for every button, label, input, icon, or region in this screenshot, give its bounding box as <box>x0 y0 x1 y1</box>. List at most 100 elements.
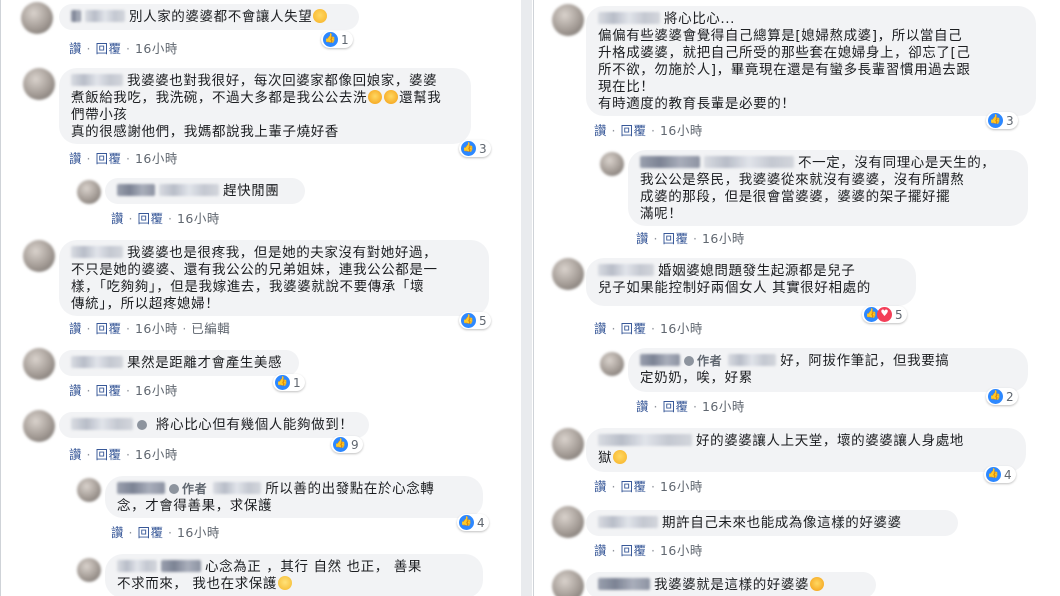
comment-actions: 讚 · 回覆 · 16小時 <box>69 383 178 398</box>
timestamp[interactable]: 16小時 <box>135 41 178 56</box>
like-link[interactable]: 讚 <box>636 399 649 414</box>
avatar[interactable] <box>552 570 584 596</box>
like-link[interactable]: 讚 <box>594 479 607 494</box>
timestamp[interactable]: 16小時 <box>135 383 178 398</box>
redacted-name[interactable] <box>71 246 123 258</box>
reply-link[interactable]: 回覆 <box>95 383 121 398</box>
reply-link[interactable]: 回覆 <box>95 41 121 56</box>
avatar[interactable] <box>77 558 101 582</box>
reply-link[interactable]: 回覆 <box>662 399 688 414</box>
avatar[interactable] <box>23 240 55 272</box>
like-link[interactable]: 讚 <box>594 321 607 336</box>
timestamp[interactable]: 16小時 <box>702 399 745 414</box>
avatar[interactable] <box>600 152 624 176</box>
timestamp[interactable]: 16小時 <box>177 211 220 226</box>
reply-link[interactable]: 回覆 <box>95 151 121 166</box>
like-link[interactable]: 讚 <box>69 41 82 56</box>
redacted-name[interactable] <box>117 560 157 572</box>
redacted-name[interactable] <box>117 482 165 494</box>
reaction-count[interactable]: 👍 2 <box>986 388 1018 405</box>
redacted-name[interactable] <box>85 10 125 22</box>
comment-actions: 讚 · 回覆 · 16小時 <box>69 151 178 166</box>
reply-link[interactable]: 回覆 <box>95 447 121 462</box>
redacted-name[interactable] <box>728 354 777 366</box>
like-link[interactable]: 讚 <box>111 211 124 226</box>
reaction-count[interactable]: 👍 3 <box>459 140 491 157</box>
redacted-name[interactable] <box>159 184 219 196</box>
reply-link[interactable]: 回覆 <box>95 321 121 336</box>
comment-actions: 讚 · 回覆 · 16小時 <box>636 231 745 246</box>
timestamp[interactable]: 16小時 <box>177 525 220 540</box>
comment-bubble: 婚姻婆媳問題發生起源都是兒子 兒子如果能控制好兩個女人 其實很好相處的 <box>586 258 916 306</box>
timestamp[interactable]: 16小時 <box>660 123 703 138</box>
reaction-count[interactable]: 👍 1 <box>321 31 353 48</box>
reaction-count[interactable]: 👍 1 <box>273 374 305 391</box>
reaction-count[interactable]: 👍 9 <box>331 436 363 453</box>
timestamp[interactable]: 16小時 <box>660 543 703 558</box>
redacted-name[interactable] <box>71 356 123 368</box>
like-link[interactable]: 讚 <box>69 151 82 166</box>
redacted-name[interactable] <box>640 354 680 366</box>
avatar[interactable] <box>600 352 624 376</box>
redacted-name[interactable] <box>598 12 660 24</box>
reaction-count[interactable]: 👍 5 <box>459 312 491 329</box>
reply-link[interactable]: 回覆 <box>620 479 646 494</box>
timestamp[interactable]: 16小時 <box>135 151 178 166</box>
redacted-name[interactable] <box>71 74 123 86</box>
timestamp[interactable]: 16小時 <box>135 321 178 336</box>
like-link[interactable]: 讚 <box>636 231 649 246</box>
reply-link[interactable]: 回覆 <box>137 525 163 540</box>
thumbs-up-icon: 👍 <box>461 313 476 328</box>
avatar[interactable] <box>23 410 55 442</box>
comment-bubble: 趕快閒團 <box>105 178 305 204</box>
redacted-name[interactable] <box>704 156 794 168</box>
redacted-name[interactable] <box>598 516 658 528</box>
avatar[interactable] <box>77 180 101 204</box>
reply-link[interactable]: 回覆 <box>662 231 688 246</box>
avatar[interactable] <box>552 4 584 36</box>
reaction-count[interactable]: 👍 ♥ 5 <box>862 306 907 323</box>
reaction-count[interactable]: 👍 3 <box>986 112 1018 129</box>
avatar[interactable] <box>23 68 55 100</box>
timestamp[interactable]: 16小時 <box>702 231 745 246</box>
reply-link[interactable]: 回覆 <box>620 123 646 138</box>
reaction-count[interactable]: 👍 4 <box>457 514 489 531</box>
comment-actions: 讚 · 回覆 · 16小時 <box>594 479 703 494</box>
avatar[interactable] <box>552 428 584 460</box>
like-link[interactable]: 讚 <box>69 447 82 462</box>
redacted-name[interactable] <box>213 482 262 494</box>
avatar[interactable] <box>552 258 584 290</box>
reply-link[interactable]: 回覆 <box>137 211 163 226</box>
panel-divider <box>521 0 532 596</box>
timestamp[interactable]: 16小時 <box>660 479 703 494</box>
avatar[interactable] <box>77 478 101 502</box>
redacted-name[interactable] <box>71 418 133 430</box>
comment-bubble: 果然是距離才會產生美感 <box>59 350 299 376</box>
redacted-name[interactable] <box>161 560 201 572</box>
reaction-count[interactable]: 👍 4 <box>984 466 1016 483</box>
redacted-name[interactable] <box>117 184 155 196</box>
avatar[interactable] <box>21 2 53 34</box>
like-link[interactable]: 讚 <box>69 383 82 398</box>
reply-link[interactable]: 回覆 <box>620 321 646 336</box>
redacted-name[interactable] <box>598 434 692 446</box>
sad-face-icon <box>613 450 628 464</box>
redacted-name[interactable] <box>71 10 81 22</box>
avatar[interactable] <box>552 506 584 538</box>
author-label: 作者 <box>697 354 723 368</box>
redacted-name[interactable] <box>598 264 654 276</box>
comment-text: 期許自己未來也能成為像這樣的好婆婆 <box>662 515 902 531</box>
like-link[interactable]: 讚 <box>111 525 124 540</box>
redacted-name[interactable] <box>598 578 650 590</box>
avatar[interactable] <box>23 348 55 380</box>
redacted-name[interactable] <box>640 156 700 168</box>
timestamp[interactable]: 16小時 <box>135 447 178 462</box>
timestamp[interactable]: 16小時 <box>660 321 703 336</box>
reply-link[interactable]: 回覆 <box>620 543 646 558</box>
comment-bubble: 將心比心但有幾個人能夠做到！ <box>59 412 369 438</box>
comment-text: 我婆婆就是這樣的好婆婆 <box>654 577 810 593</box>
like-link[interactable]: 讚 <box>594 543 607 558</box>
like-link[interactable]: 讚 <box>594 123 607 138</box>
thumbs-up-icon: 👍 <box>323 32 338 47</box>
like-link[interactable]: 讚 <box>69 321 82 336</box>
